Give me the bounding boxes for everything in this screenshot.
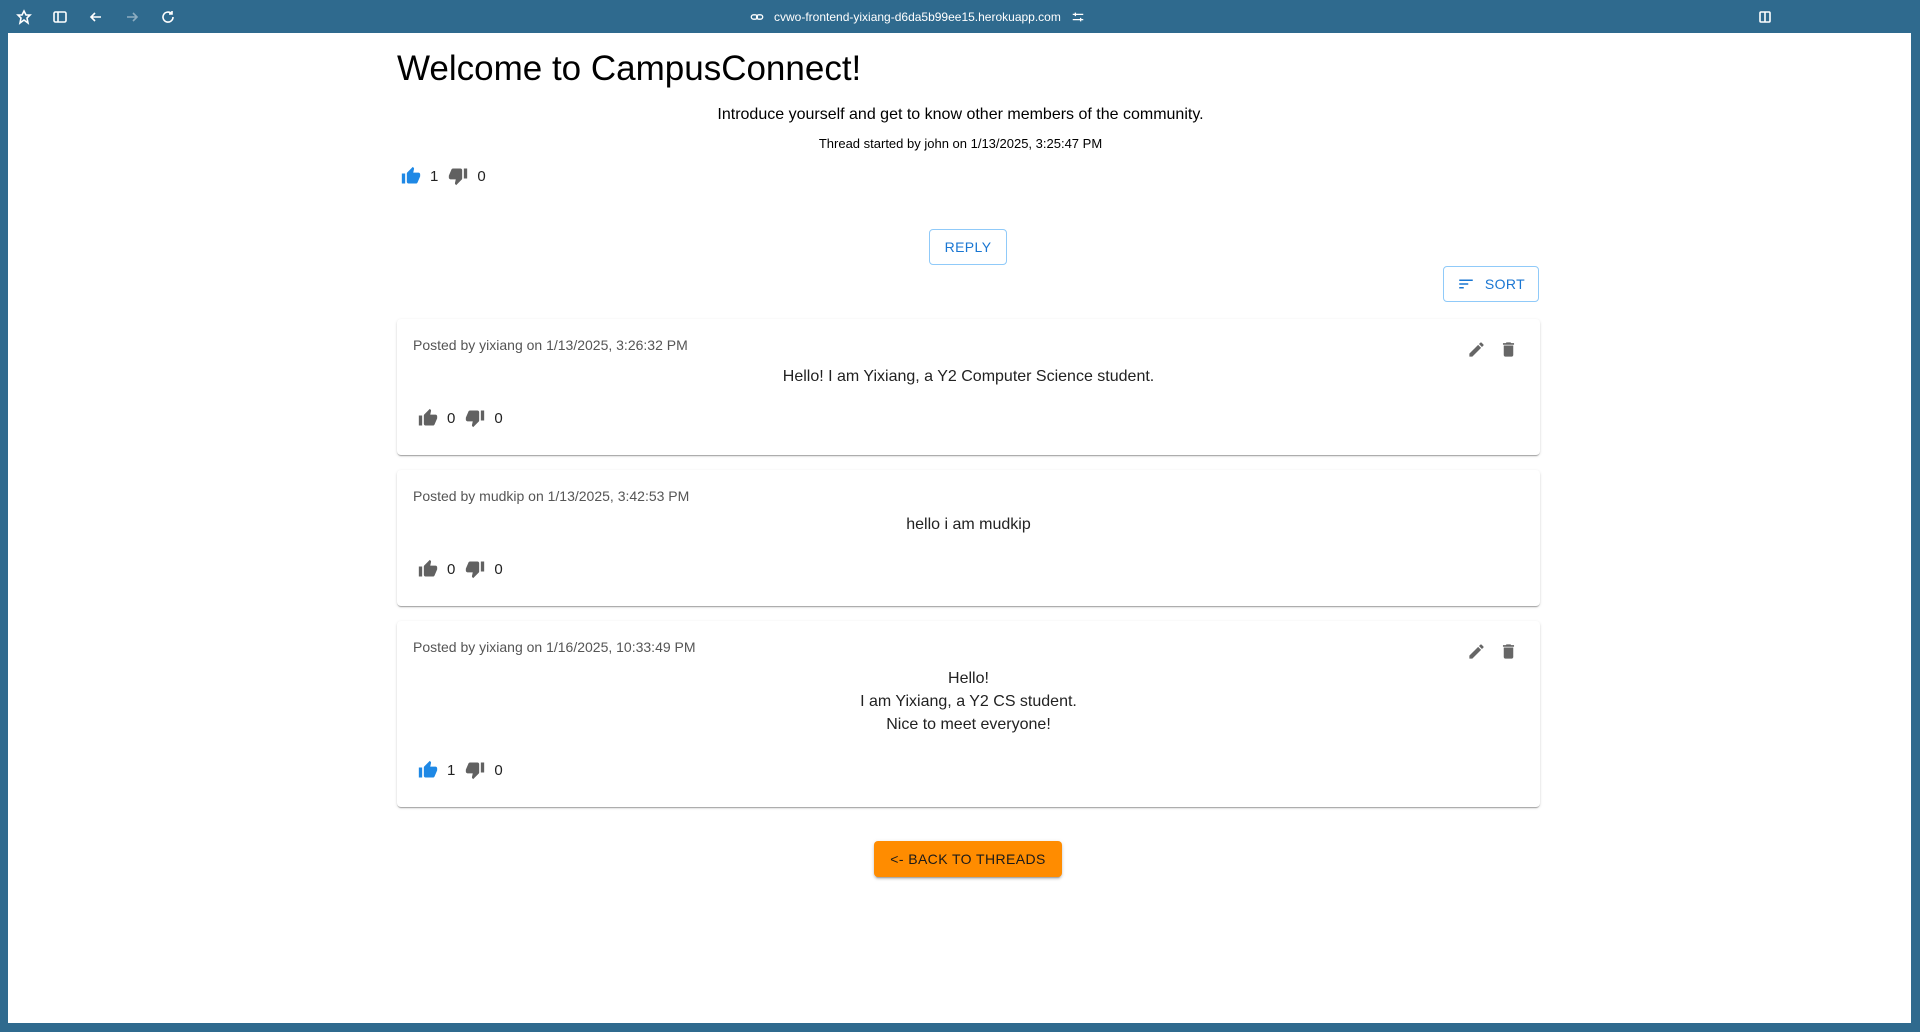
comment-votes: 1 0 — [417, 759, 512, 781]
link-icon — [750, 10, 764, 24]
thread-like-count: 1 — [430, 167, 439, 185]
edit-icon[interactable] — [1466, 339, 1486, 359]
thread-description: Introduce yourself and get to know other… — [717, 106, 1204, 123]
comment-actions — [1466, 339, 1518, 359]
thumb-down-icon[interactable] — [464, 759, 486, 781]
browser-toolbar: cvwo-frontend-yixiang-d6da5b99ee15.herok… — [0, 0, 1920, 33]
sort-button-label: SORT — [1484, 276, 1526, 292]
comment-line: Nice to meet everyone! — [886, 716, 1051, 733]
forward-arrow-icon[interactable] — [122, 7, 142, 27]
thumb-up-icon[interactable] — [417, 558, 439, 580]
thumb-down-icon[interactable] — [464, 407, 486, 429]
comment-card: Posted by yixiang on 1/16/2025, 10:33:49… — [397, 621, 1540, 807]
comment-votes: 0 0 — [417, 407, 512, 429]
comment-meta: Posted by mudkip on 1/13/2025, 3:42:53 P… — [413, 488, 690, 504]
reply-button[interactable]: REPLY — [929, 229, 1007, 265]
comment-line: hello i am mudkip — [906, 516, 1031, 533]
back-to-threads-button[interactable]: <- BACK TO THREADS — [874, 841, 1062, 877]
comment-line: I am Yixiang, a Y2 CS student. — [860, 693, 1077, 710]
comment-dislike-count: 0 — [494, 409, 503, 427]
comment-actions — [1466, 641, 1518, 661]
comment-dislike-count: 0 — [494, 560, 503, 578]
sort-icon — [1459, 279, 1473, 289]
comment-dislike-count: 0 — [494, 761, 503, 779]
delete-icon[interactable] — [1498, 339, 1518, 359]
thread-started-info: Thread started by john on 1/13/2025, 3:2… — [818, 136, 1103, 151]
page-viewport: Welcome to CampusConnect! Introduce your… — [8, 33, 1911, 1023]
thread-votes: 1 0 — [400, 165, 495, 187]
thumb-up-icon[interactable] — [417, 407, 439, 429]
edit-icon[interactable] — [1466, 641, 1486, 661]
comment-meta: Posted by yixiang on 1/16/2025, 10:33:49… — [413, 639, 696, 655]
comment-like-count: 0 — [447, 560, 456, 578]
reload-icon[interactable] — [158, 7, 178, 27]
url-text: cvwo-frontend-yixiang-d6da5b99ee15.herok… — [774, 10, 1061, 24]
reply-button-label: REPLY — [944, 239, 992, 255]
comment-line: Hello! — [948, 670, 989, 687]
thumb-up-icon[interactable] — [417, 759, 439, 781]
thread-title: Welcome to CampusConnect! — [397, 49, 862, 88]
delete-icon[interactable] — [1498, 641, 1518, 661]
thumb-down-icon[interactable] — [464, 558, 486, 580]
split-view-icon[interactable] — [1755, 7, 1775, 27]
thread-dislike-count: 0 — [477, 167, 486, 185]
address-bar[interactable]: cvwo-frontend-yixiang-d6da5b99ee15.herok… — [750, 8, 1110, 26]
browser-menu-icon[interactable] — [14, 7, 34, 27]
site-settings-icon[interactable] — [1071, 10, 1085, 24]
comment-line: Hello! I am Yixiang, a Y2 Computer Scien… — [782, 368, 1155, 385]
comment-card: Posted by yixiang on 1/13/2025, 3:26:32 … — [397, 319, 1540, 455]
sort-button[interactable]: SORT — [1443, 266, 1539, 302]
back-arrow-icon[interactable] — [86, 7, 106, 27]
comment-body: Hello! I am Yixiang, a Y2 Computer Scien… — [397, 365, 1540, 388]
comment-card: Posted by mudkip on 1/13/2025, 3:42:53 P… — [397, 470, 1540, 606]
comment-votes: 0 0 — [417, 558, 512, 580]
comment-like-count: 1 — [447, 761, 456, 779]
comment-body: hello i am mudkip — [397, 513, 1540, 536]
comment-body: Hello! I am Yixiang, a Y2 CS student. Ni… — [397, 667, 1540, 736]
comment-like-count: 0 — [447, 409, 456, 427]
thumb-up-icon[interactable] — [400, 165, 422, 187]
thumb-down-icon[interactable] — [447, 165, 469, 187]
sidebar-toggle-icon[interactable] — [50, 7, 70, 27]
comment-meta: Posted by yixiang on 1/13/2025, 3:26:32 … — [413, 337, 688, 353]
